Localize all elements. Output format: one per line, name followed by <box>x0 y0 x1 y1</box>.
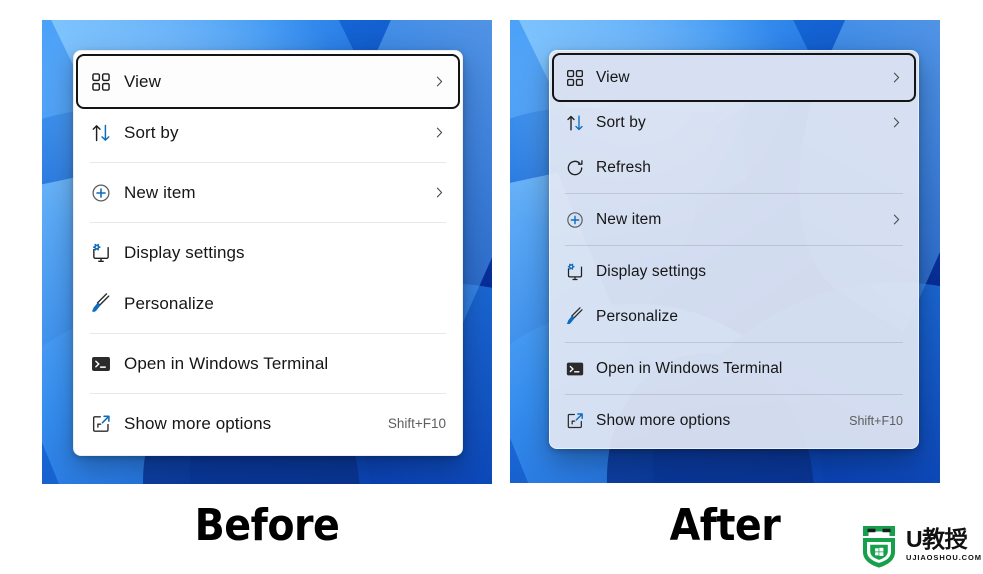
sort-arrows-icon <box>90 122 112 144</box>
menu-item-display[interactable]: Display settings <box>554 249 914 294</box>
paintbrush-icon <box>565 306 585 327</box>
chevron-right-icon <box>889 116 903 130</box>
menu-item-display[interactable]: Display settings <box>78 227 458 278</box>
menu-separator <box>565 245 903 246</box>
menu-item-view[interactable]: View <box>76 54 460 109</box>
menu-separator <box>565 394 903 395</box>
menu-item-label: Open in Windows Terminal <box>124 353 329 373</box>
chevron-right-icon <box>432 186 446 200</box>
menu-separator <box>90 393 446 394</box>
menu-item-label: Sort by <box>124 122 179 142</box>
menu-item-label: Show more options <box>124 413 272 433</box>
menu-item-label: View <box>596 68 630 86</box>
menu-item-more[interactable]: Show more options Shift+F10 <box>554 398 914 443</box>
menu-item-new-item[interactable]: New item <box>554 197 914 242</box>
monitor-gear-icon <box>90 242 112 264</box>
logo-wordmark: U教授 UJIAOSHOU.COM <box>906 528 982 562</box>
menu-item-label: View <box>124 71 161 91</box>
logo-domain: UJIAOSHOU.COM <box>906 553 982 563</box>
menu-separator <box>90 162 446 163</box>
sort-arrows-icon <box>565 113 585 133</box>
menu-item-refresh[interactable]: Refresh <box>554 145 914 190</box>
menu-item-label: Display settings <box>124 242 245 262</box>
refresh-icon <box>565 158 585 178</box>
chevron-right-icon <box>432 75 446 89</box>
logo-title: U教授 <box>906 526 968 553</box>
after-panel: View Sort by Refresh New item Display se… <box>510 20 940 483</box>
terminal-icon <box>90 353 112 375</box>
menu-separator <box>565 342 903 343</box>
plus-circle-icon <box>565 210 585 230</box>
menu-item-personalize[interactable]: Personalize <box>78 278 458 329</box>
menu-item-personalize[interactable]: Personalize <box>554 294 914 339</box>
menu-separator <box>565 193 903 194</box>
chevron-right-icon <box>889 213 903 227</box>
context-menu-before[interactable]: View Sort by New item Display settings P… <box>73 50 463 456</box>
menu-item-view[interactable]: View <box>552 53 916 102</box>
menu-item-label: Display settings <box>596 262 707 280</box>
grid-icon <box>90 71 112 93</box>
paintbrush-icon <box>90 292 112 315</box>
usb-shield-windows-icon <box>856 522 902 568</box>
menu-item-label: Personalize <box>596 307 679 325</box>
menu-item-shortcut: Shift+F10 <box>387 416 446 431</box>
menu-item-label: Open in Windows Terminal <box>596 359 783 377</box>
menu-separator <box>90 333 446 334</box>
context-menu-after[interactable]: View Sort by Refresh New item Display se… <box>549 50 919 449</box>
site-logo: U教授 UJIAOSHOU.COM <box>856 519 982 571</box>
menu-item-terminal[interactable]: Open in Windows Terminal <box>78 338 458 389</box>
menu-item-label: New item <box>124 182 196 202</box>
before-panel: View Sort by New item Display settings P… <box>42 20 492 484</box>
menu-item-new-item[interactable]: New item <box>78 167 458 218</box>
menu-item-label: Sort by <box>596 113 646 131</box>
chevron-right-icon <box>889 71 903 85</box>
caption-before: Before <box>194 500 340 551</box>
menu-separator <box>90 222 446 223</box>
chevron-right-icon <box>432 126 446 140</box>
menu-item-shortcut: Shift+F10 <box>849 413 903 428</box>
plus-circle-icon <box>90 182 112 204</box>
show-more-icon <box>90 413 112 435</box>
menu-item-sort-by[interactable]: Sort by <box>78 107 458 158</box>
menu-item-more[interactable]: Show more options Shift+F10 <box>78 398 458 449</box>
menu-item-terminal[interactable]: Open in Windows Terminal <box>554 346 914 391</box>
grid-icon <box>565 68 585 88</box>
menu-item-label: Personalize <box>124 293 214 313</box>
monitor-gear-icon <box>565 262 585 282</box>
menu-item-sort-by[interactable]: Sort by <box>554 100 914 145</box>
show-more-icon <box>565 411 585 431</box>
menu-item-label: Show more options <box>596 411 731 429</box>
terminal-icon <box>565 359 585 379</box>
menu-item-label: New item <box>596 210 662 228</box>
menu-item-label: Refresh <box>596 158 651 176</box>
